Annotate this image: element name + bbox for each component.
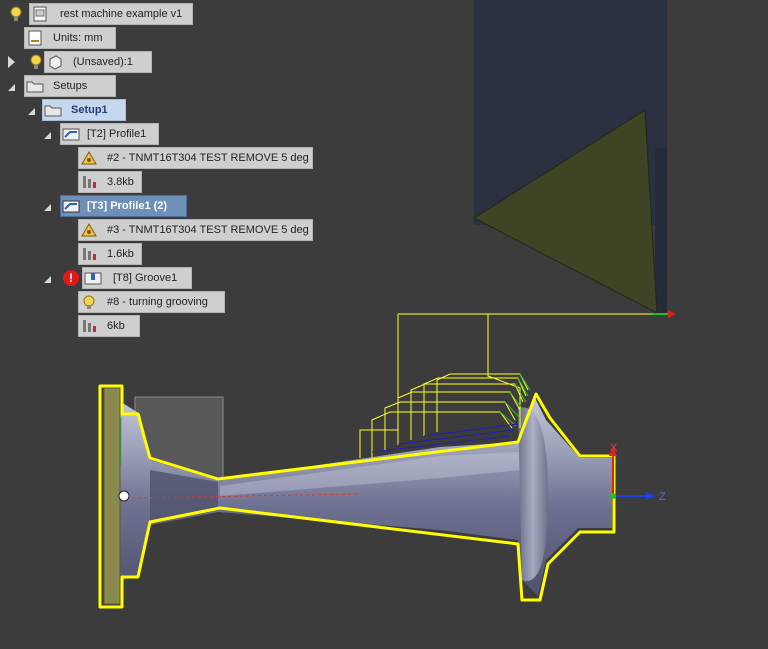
profile-operation-icon (61, 125, 81, 143)
op3-label: [T8] Groove1 (113, 272, 178, 284)
grooving-tool-icon (79, 293, 99, 311)
op1-label: [T2] Profile1 (87, 128, 147, 140)
op2-tool-label: #3 - TNMT16T304 TEST REMOVE 5 deg (107, 224, 309, 236)
root-label: rest machine example v1 (60, 8, 183, 20)
op1-tool-label: #2 - TNMT16T304 TEST REMOVE 5 deg (107, 152, 309, 164)
collapse-op1-toggle[interactable] (44, 132, 51, 139)
axis-z-label: Z (659, 491, 666, 503)
profile-operation-icon (61, 197, 81, 215)
tree-op1-toolpath[interactable]: 3.8kb (78, 171, 142, 193)
expand-model-toggle[interactable] (8, 56, 15, 68)
turning-insert-icon (79, 221, 99, 239)
op2-label: [T3] Profile1 (2) (87, 200, 168, 212)
tool-tip-arrow (668, 310, 676, 318)
document-icon (30, 5, 50, 23)
collapse-op3-toggle[interactable] (44, 276, 51, 283)
tree-op-groove1[interactable]: [T8] Groove1 (82, 267, 192, 289)
tree-op2-tool[interactable]: #3 - TNMT16T304 TEST REMOVE 5 deg (78, 219, 313, 241)
toolpath-data-icon (79, 173, 99, 191)
tree-model[interactable]: (Unsaved):1 (44, 51, 152, 73)
op2-size-label: 1.6kb (107, 248, 134, 260)
units-label: Units: mm (53, 32, 103, 44)
setup-folder-icon (43, 101, 63, 119)
collapse-setup1-toggle[interactable] (28, 108, 35, 115)
collapse-op2-toggle[interactable] (44, 204, 51, 211)
tree-root[interactable]: rest machine example v1 (29, 3, 193, 25)
tree-setup1[interactable]: Setup1 (42, 99, 126, 121)
op3-size-label: 6kb (107, 320, 125, 332)
wcs-triad: X Z (609, 442, 666, 503)
error-icon[interactable]: ! (63, 270, 79, 286)
tree-op2-toolpath[interactable]: 1.6kb (78, 243, 142, 265)
model-visibility-bulb-icon[interactable] (26, 52, 46, 72)
chuck-face (103, 387, 121, 605)
setup1-label: Setup1 (71, 104, 108, 116)
tree-units[interactable]: Units: mm (24, 27, 116, 49)
collapse-setups-toggle[interactable] (8, 84, 15, 91)
origin-marker (118, 490, 130, 502)
setups-label: Setups (53, 80, 88, 92)
groove-operation-icon (83, 269, 103, 287)
tree-setups[interactable]: Setups (24, 75, 116, 97)
toolpath-data-icon (79, 245, 99, 263)
tool-holder-side (655, 148, 667, 313)
component-icon (45, 53, 65, 71)
tree-op1-tool[interactable]: #2 - TNMT16T304 TEST REMOVE 5 deg (78, 147, 313, 169)
op3-tool-label: #8 - turning grooving (107, 296, 208, 308)
visibility-bulb-icon[interactable] (6, 4, 26, 24)
tree-op3-toolpath[interactable]: 6kb (78, 315, 140, 337)
axis-x-label: X (610, 442, 618, 454)
toolpath-data-icon (79, 317, 99, 335)
tree-op3-tool[interactable]: #8 - turning grooving (78, 291, 225, 313)
tree-op-profile1-2[interactable]: [T3] Profile1 (2) (60, 195, 187, 217)
turning-insert-icon (79, 149, 99, 167)
model-label: (Unsaved):1 (73, 56, 133, 68)
toolpath-passes (359, 313, 668, 458)
setups-folder-icon (25, 77, 45, 95)
tree-op-profile1[interactable]: [T2] Profile1 (60, 123, 159, 145)
op1-size-label: 3.8kb (107, 176, 134, 188)
units-icon (25, 29, 45, 47)
